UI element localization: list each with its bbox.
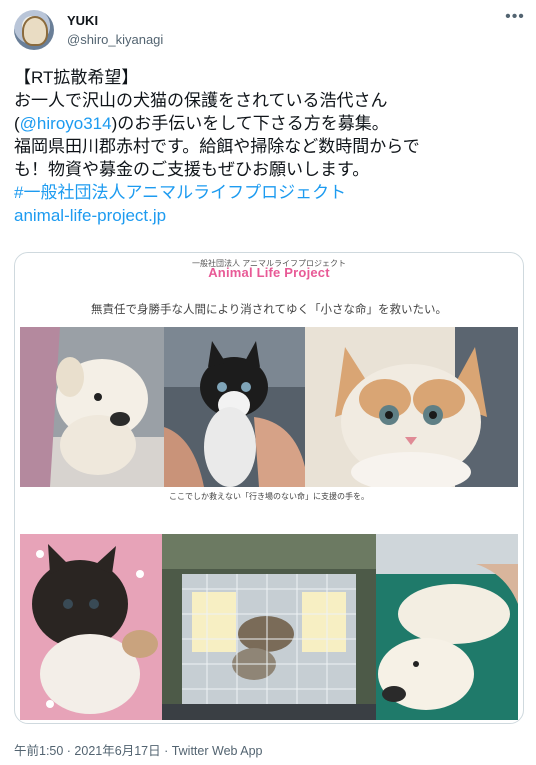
tweet-text: 【RT拡散希望】 お一人で沢山の犬猫の保護をされている浩代さん (@hiroyo… — [14, 66, 524, 227]
dog-vet-photo — [376, 534, 518, 720]
kitten-closeup-photo — [305, 327, 518, 487]
tweet-timestamp[interactable]: 午前1:50 · 2021年6月17日 · Twitter Web App — [14, 740, 263, 759]
tweet-line: お一人で沢山の犬猫の保護をされている浩代さん — [14, 91, 388, 110]
tweet-line: 【RT拡散希望】 — [14, 68, 139, 87]
card-caption-middle: ここでしか救えない「行き場のない命」に支援の手を。 — [169, 492, 369, 501]
card-org-title: Animal Life Project — [208, 265, 330, 280]
avatar[interactable] — [14, 10, 54, 50]
author-name[interactable]: YUKI — [67, 13, 98, 28]
kitten-pink-blanket-photo — [20, 534, 162, 720]
url-link[interactable]: animal-life-project.jp — [14, 204, 524, 227]
author-handle[interactable]: @shiro_kiyanagi — [67, 32, 163, 47]
puppy-photo — [20, 327, 164, 487]
tweet-line: 福岡県田川郡赤村です。給餌や掃除など数時間からで — [14, 137, 420, 156]
tweet-line: (@hiroyo314)のお手伝いをして下さる方を募集。 — [14, 112, 524, 135]
card-caption-top: 無責任で身勝手な人間により消されてゆく「小さな命」を救いたい。 — [91, 302, 447, 316]
cage-booth-photo — [162, 534, 376, 720]
hashtag-link[interactable]: #一般社団法人アニマルライフプロジェクト — [14, 181, 524, 204]
tweet-line: も！物資や募金のご支援もぜひお願いします。 — [14, 160, 370, 179]
mention-link[interactable]: @hiroyo314 — [20, 114, 112, 133]
kitten-held-photo — [164, 327, 305, 487]
link-card-image[interactable]: 一般社団法人 アニマルライフプロジェクト Animal Life Project… — [14, 252, 524, 724]
more-options-icon[interactable]: ••• — [505, 9, 525, 25]
tweet-text-fragment: )のお手伝いをして下さる方を募集。 — [111, 114, 389, 133]
